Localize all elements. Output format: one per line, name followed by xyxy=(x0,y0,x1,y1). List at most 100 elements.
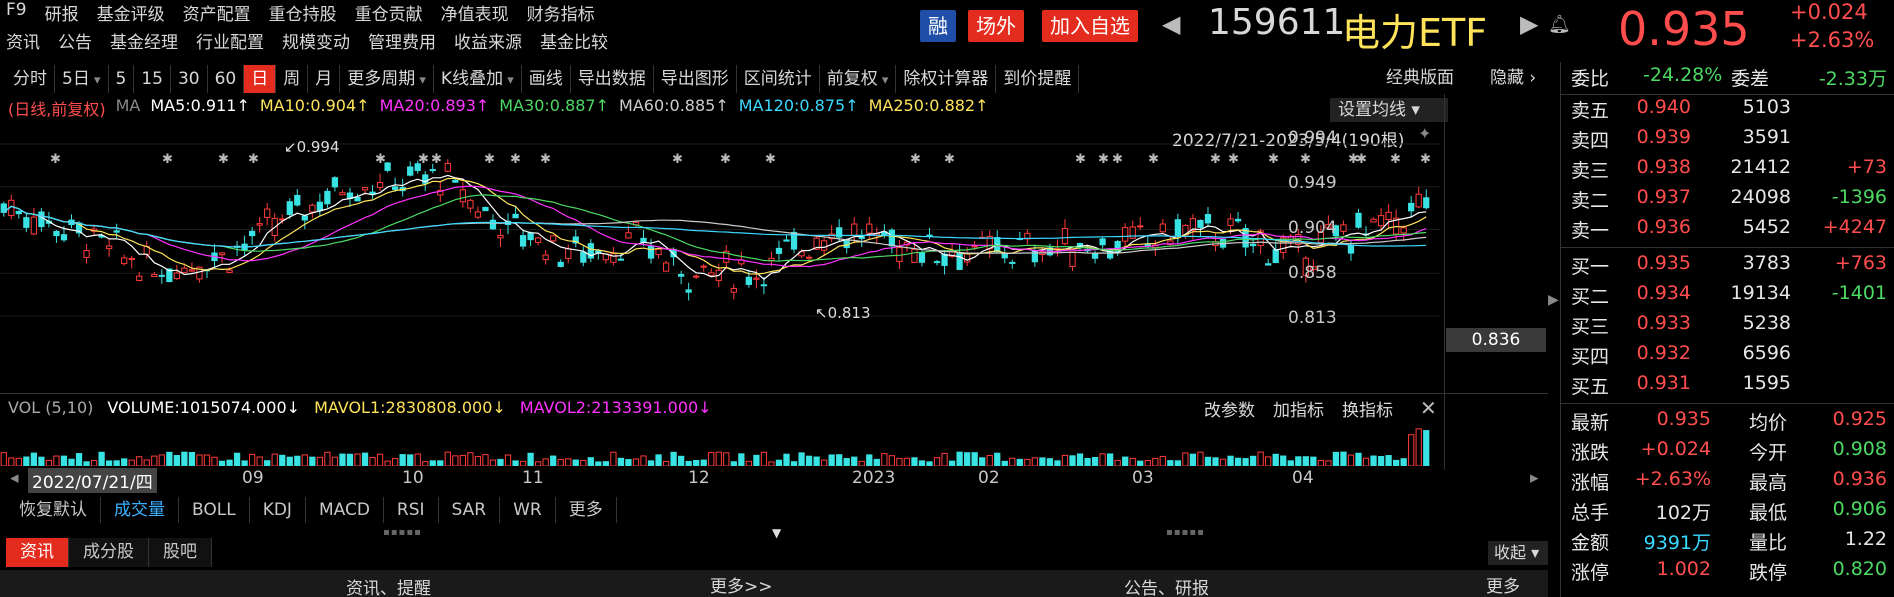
close-indicator-icon[interactable]: ✕ xyxy=(1420,396,1437,420)
news-left-title[interactable]: 资讯、提醒 xyxy=(346,574,431,597)
toolbar-item[interactable]: 周 xyxy=(276,65,309,93)
volume-chart[interactable] xyxy=(0,420,1440,466)
dividend-marker-icon[interactable]: ✱ xyxy=(484,152,495,167)
indicator-tab[interactable]: MACD xyxy=(306,497,384,523)
dividend-marker-icon[interactable]: ✱ xyxy=(431,152,442,167)
toolbar-item[interactable]: 区间统计 xyxy=(737,65,820,93)
dividend-marker-icon[interactable]: ✱ xyxy=(765,152,776,167)
dividend-marker-icon[interactable]: ✱ xyxy=(218,152,229,167)
indicator-tab[interactable]: BOLL xyxy=(179,497,250,523)
price-axis-label: 0.994 xyxy=(1288,128,1337,148)
dividend-marker-icon[interactable]: ✱ xyxy=(510,152,521,167)
toolbar-item[interactable]: 画线 xyxy=(522,65,571,93)
toolbar-item[interactable]: 5 xyxy=(109,65,135,93)
dividend-marker-icon[interactable]: ✱ xyxy=(1420,152,1431,167)
collapse-arrow-icon[interactable]: ▼ xyxy=(772,526,781,540)
dividend-marker-icon[interactable]: ✱ xyxy=(50,152,61,167)
volume-tool-button[interactable]: 换指标 xyxy=(1342,396,1393,421)
toolbar-item[interactable]: 到价提醒 xyxy=(996,65,1080,93)
nav-item[interactable]: 收益来源 xyxy=(454,28,522,53)
nav-item[interactable]: 净值表现 xyxy=(441,0,509,25)
kline-chart[interactable]: ↙0.994 ↖0.813 xyxy=(0,140,1440,392)
indicator-tab[interactable]: WR xyxy=(500,497,556,523)
resize-grip-left[interactable]: ▪▪▪▪▪ xyxy=(383,527,422,538)
toolbar-item[interactable]: 分时 xyxy=(6,65,55,93)
volume-tool-button[interactable]: 改参数 xyxy=(1204,396,1255,421)
dividend-marker-icon[interactable]: ✱ xyxy=(672,152,683,167)
dividend-marker-icon[interactable]: ✱ xyxy=(1356,152,1367,167)
nav-item[interactable]: 基金经理 xyxy=(110,28,178,53)
dividend-marker-icon[interactable]: ✱ xyxy=(162,152,173,167)
dividend-marker-icon[interactable]: ✱ xyxy=(1300,152,1311,167)
scroll-left-icon[interactable]: ◂ xyxy=(10,468,19,488)
toolbar-item[interactable]: 5日 xyxy=(55,65,109,93)
nav-item[interactable]: 基金评级 xyxy=(97,0,165,25)
nav-item[interactable]: 资产配置 xyxy=(183,0,251,25)
toolbar-item[interactable]: 月 xyxy=(308,65,341,93)
dividend-marker-icon[interactable]: ✱ xyxy=(540,152,551,167)
indicator-tab[interactable]: KDJ xyxy=(250,497,306,523)
toolbar-item[interactable]: 15 xyxy=(134,65,171,93)
dividend-marker-icon[interactable]: ✱ xyxy=(1098,152,1109,167)
nav-item[interactable]: 重仓持股 xyxy=(269,0,337,25)
toolbar-item[interactable]: 导出数据 xyxy=(571,65,654,93)
dividend-marker-icon[interactable]: ✱ xyxy=(910,152,921,167)
resize-grip-right[interactable]: ▪▪▪▪▪ xyxy=(1166,527,1205,538)
toolbar-item[interactable]: K线叠加 xyxy=(434,65,522,93)
nav-item[interactable]: 资讯 xyxy=(6,28,40,53)
bottom-tab[interactable]: 资讯 xyxy=(6,538,69,567)
nav-item[interactable]: 基金比较 xyxy=(540,28,608,53)
indicator-tab[interactable]: SAR xyxy=(439,497,501,523)
news-left-more[interactable]: 更多>> xyxy=(710,572,773,597)
nav-item[interactable]: 重仓贡献 xyxy=(355,0,423,25)
toolbar-item[interactable]: 30 xyxy=(171,65,208,93)
date-axis[interactable]: ◂ 2022/07/21/四 ▸ 09 10 11 12 2023 02 03 04 xyxy=(0,468,1548,493)
axis-arrow-icon[interactable]: ▶ xyxy=(1548,292,1559,308)
dividend-marker-icon[interactable]: ✱ xyxy=(944,152,955,167)
scroll-right-icon[interactable]: ▸ xyxy=(1530,468,1539,488)
changwai-button[interactable]: 场外 xyxy=(968,10,1024,42)
collapse-button[interactable]: 收起 ▾ xyxy=(1488,541,1548,565)
dividend-marker-icon[interactable]: ✱ xyxy=(1390,152,1401,167)
nav-item[interactable]: 规模变动 xyxy=(282,28,350,53)
toolbar-item[interactable]: 导出图形 xyxy=(654,65,737,93)
dividend-marker-icon[interactable]: ✱ xyxy=(1075,152,1086,167)
bottom-tab[interactable]: 股吧 xyxy=(149,538,212,567)
bottom-tab[interactable]: 成分股 xyxy=(69,538,149,567)
nav-item[interactable]: F9 xyxy=(6,0,27,25)
indicator-tab[interactable]: 更多 xyxy=(556,497,617,523)
dividend-marker-icon[interactable]: ✱ xyxy=(1268,152,1279,167)
nav-item[interactable]: 财务指标 xyxy=(527,0,595,25)
volume-tool-button[interactable]: 加指标 xyxy=(1273,396,1324,421)
news-right-more[interactable]: 更多>> xyxy=(1486,572,1548,597)
indicator-tab[interactable]: 成交量 xyxy=(101,497,179,523)
dividend-marker-icon[interactable]: ✱ xyxy=(1210,152,1221,167)
next-stock-icon[interactable]: ▶ xyxy=(1520,10,1538,38)
hide-button[interactable]: 隐藏 › xyxy=(1490,64,1536,92)
indicator-tab[interactable]: 恢复默认 xyxy=(6,497,101,523)
dividend-marker-icon[interactable]: ✱ xyxy=(375,152,386,167)
toolbar-item[interactable]: 日 xyxy=(244,65,277,93)
rong-badge[interactable]: 融 xyxy=(920,10,956,42)
classic-layout-button[interactable]: 经典版面 xyxy=(1386,64,1454,92)
set-ma-button[interactable]: 设置均线 ▾ xyxy=(1330,98,1448,122)
dividend-marker-icon[interactable]: ✱ xyxy=(720,152,731,167)
dividend-marker-icon[interactable]: ✱ xyxy=(418,152,429,167)
nav-item[interactable]: 公告 xyxy=(58,28,92,53)
add-favorite-button[interactable]: 加入自选 xyxy=(1042,10,1138,42)
bell-icon[interactable]: 🔔︎ xyxy=(1548,14,1571,35)
toolbar-item[interactable]: 除权计算器 xyxy=(896,65,997,93)
toolbar-item[interactable]: 更多周期 xyxy=(340,65,434,93)
dividend-marker-icon[interactable]: ✱ xyxy=(248,152,259,167)
dividend-marker-icon[interactable]: ✱ xyxy=(1148,152,1159,167)
nav-item[interactable]: 行业配置 xyxy=(196,28,264,53)
nav-item[interactable]: 管理费用 xyxy=(368,28,436,53)
news-right-title[interactable]: 公告、研报 xyxy=(1124,574,1209,597)
indicator-tab[interactable]: RSI xyxy=(384,497,439,523)
toolbar-item[interactable]: 60 xyxy=(208,65,245,93)
prev-stock-icon[interactable]: ◀ xyxy=(1162,10,1180,38)
dividend-marker-icon[interactable]: ✱ xyxy=(1228,152,1239,167)
toolbar-item[interactable]: 前复权 xyxy=(820,65,897,93)
nav-item[interactable]: 研报 xyxy=(45,0,79,25)
dividend-marker-icon[interactable]: ✱ xyxy=(1112,152,1123,167)
